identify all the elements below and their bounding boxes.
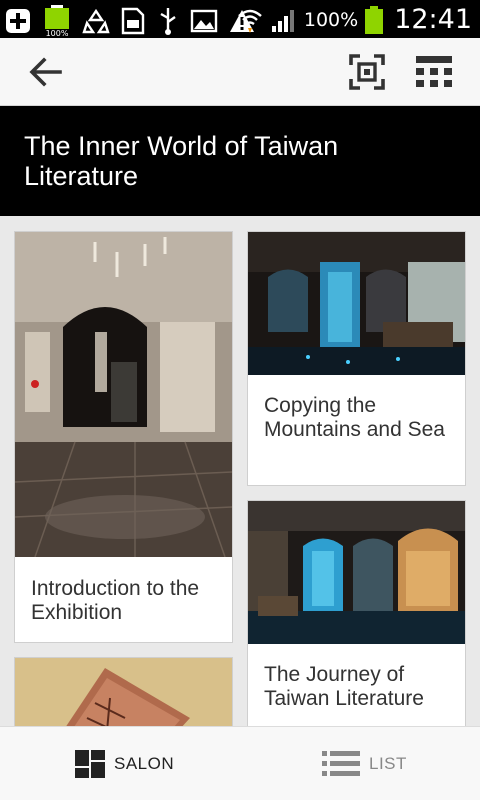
recycle-icon [82, 8, 110, 34]
notification-icons: 100% [4, 5, 256, 37]
status-bar: 100% 100% 12:41 [0, 0, 480, 38]
battery-icon [365, 5, 384, 34]
image-icon [190, 9, 218, 33]
app-bar [0, 38, 480, 106]
tab-salon-label: SALON [114, 754, 175, 773]
page-header: The Inner World of Taiwan Literature [0, 106, 480, 216]
battery-status-icon: 100% [45, 5, 69, 37]
exhibit-card-book[interactable] [14, 657, 233, 726]
bottom-tab-bar: SALON LIST [0, 726, 480, 800]
list-icon [322, 751, 360, 776]
exhibit-card-introduction[interactable]: Introduction to the Exhibition [14, 231, 233, 643]
battery-small-label: 100% [46, 29, 69, 37]
add-notification-icon [6, 9, 30, 33]
exhibit-photo [15, 658, 232, 726]
tab-list-label: LIST [369, 754, 407, 773]
card-grid: Introduction to the Exhibition Copying t… [0, 216, 480, 726]
card-label: The Journey of Taiwan Literature [264, 663, 424, 710]
clock: 12:41 [394, 4, 472, 35]
exhibit-photo [248, 501, 465, 644]
usb-icon [160, 8, 176, 35]
system-icons: 100% 12:41 [236, 4, 472, 35]
battery-percent: 100% [303, 8, 359, 31]
tab-list[interactable]: LIST [322, 749, 407, 779]
card-label: Introduction to the Exhibition [31, 577, 200, 624]
grid-menu-icon[interactable] [414, 52, 454, 92]
exhibit-photo [15, 232, 232, 558]
qr-scan-icon[interactable] [347, 52, 387, 92]
signal-icon [271, 9, 294, 32]
card-label: Copying the Mountains and Sea [264, 394, 445, 441]
exhibit-card-mountains[interactable]: Copying the Mountains and Sea [247, 231, 466, 486]
page-title: The Inner World of Taiwan Literature [24, 131, 339, 191]
exhibit-card-journey[interactable]: The Journey of Taiwan Literature [247, 500, 466, 726]
arrow-left-icon[interactable] [26, 52, 66, 92]
salon-grid-icon [75, 750, 105, 778]
wifi-icon [238, 9, 262, 33]
exhibit-photo [248, 232, 465, 375]
tab-salon[interactable]: SALON [75, 749, 174, 779]
sd-card-icon [121, 7, 145, 35]
